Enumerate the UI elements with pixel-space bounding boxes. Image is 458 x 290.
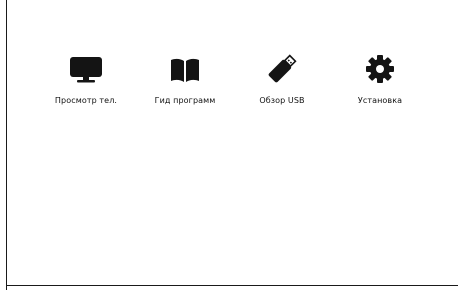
menu-item-label: Обзор USB [259, 96, 305, 105]
tv-monitor-icon [70, 57, 102, 83]
menu-item-setup[interactable]: Установка [330, 52, 430, 122]
home-screen: Просмотр тел. Гид программ Обзор USB Уст… [0, 0, 458, 290]
menu-item-label: Гид программ [154, 96, 216, 105]
menu-item-watch-tv[interactable]: Просмотр тел. [36, 52, 136, 122]
bottom-border [6, 285, 458, 286]
left-border [6, 0, 7, 290]
menu-item-program-guide[interactable]: Гид программ [135, 52, 235, 122]
menu-item-label: Установка [357, 96, 403, 105]
gear-icon [366, 55, 394, 83]
usb-drive-icon [268, 54, 297, 83]
menu-item-usb-browser[interactable]: Обзор USB [232, 52, 332, 122]
open-book-icon [171, 58, 199, 82]
menu-item-label: Просмотр тел. [54, 96, 118, 105]
home-menu: Просмотр тел. Гид программ Обзор USB Уст… [0, 52, 458, 132]
